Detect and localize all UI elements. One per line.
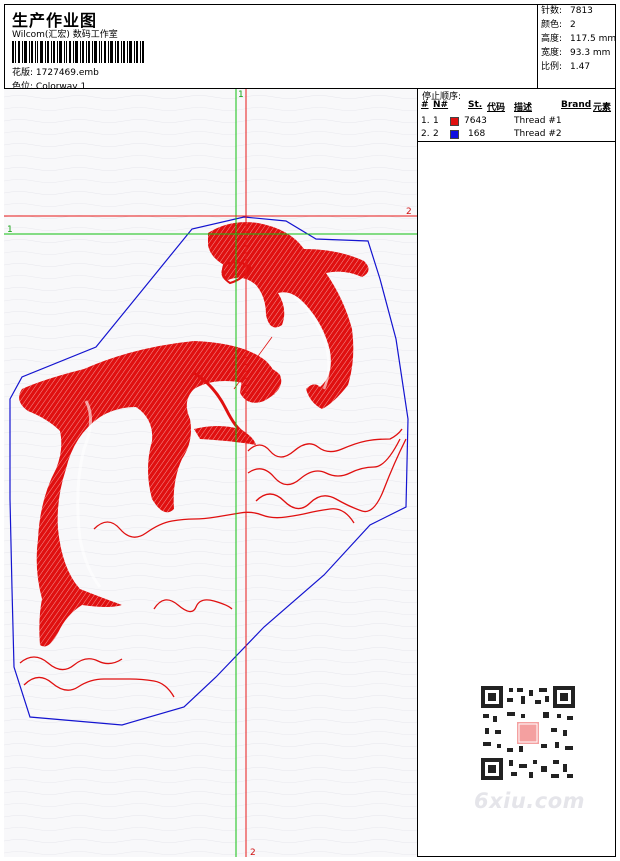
v-guide-label-bottom: 2 <box>250 848 256 857</box>
stat-colors: 颜色: 2 <box>541 20 576 30</box>
col-st: St. <box>468 100 483 110</box>
stat-stitches: 针数: 7813 <box>541 6 593 16</box>
col-desc: 描述 <box>514 103 533 113</box>
design-label: 花版: <box>12 68 34 78</box>
row-index: 1. <box>421 116 430 126</box>
design-value: 1727469.emb <box>35 68 99 78</box>
col-element: 元素 <box>593 103 612 113</box>
design-preview[interactable]: 1 2 1 2 <box>4 89 418 857</box>
thread-swatch-blue <box>450 130 459 139</box>
row-desc: Thread #2 <box>514 129 562 139</box>
embroidery-drawing: 1 2 1 2 <box>4 89 417 857</box>
barcode <box>12 41 144 63</box>
stat-width: 宽度: 93.3 mm <box>541 48 611 58</box>
thread-swatch-red <box>450 117 459 126</box>
fabric-background <box>4 89 417 857</box>
header-info: 生产作业图 Wilcom(汇宏) 数码工作室 花版: 1727469.emb 色… <box>4 4 538 92</box>
watermark: 6xiu.com <box>474 789 586 813</box>
stat-scale: 比例: 1.47 <box>541 62 591 72</box>
v-guide-label-top: 1 <box>238 90 244 100</box>
stat-height: 高度: 117.5 mm <box>541 34 617 44</box>
h-guide-label-left: 1 <box>7 225 13 235</box>
col-code: 代码 <box>487 103 506 113</box>
design-file: 花版: 1727469.emb <box>12 65 99 78</box>
row-code: 168 <box>468 129 486 139</box>
stats-list: 针数: 7813 颜色: 2 高度: 117.5 mm 宽度: 93.3 mm 比例: 1… <box>541 4 616 74</box>
company-name: Wilcom(汇宏) 数码工作室 <box>12 30 118 40</box>
col-n: N# <box>433 100 449 110</box>
row-desc: Thread #1 <box>514 116 562 126</box>
col-hash: # <box>421 100 429 110</box>
panel-divider <box>418 141 616 142</box>
row-n: 1 <box>433 116 439 126</box>
qr-code <box>481 686 575 780</box>
h-guide-label-right: 2 <box>406 207 412 217</box>
col-brand: Brand <box>561 100 592 110</box>
row-index: 2. <box>421 129 430 139</box>
row-n: 2 <box>433 129 439 139</box>
row-code: 7643 <box>464 116 487 126</box>
qr-center-logo <box>517 722 539 744</box>
